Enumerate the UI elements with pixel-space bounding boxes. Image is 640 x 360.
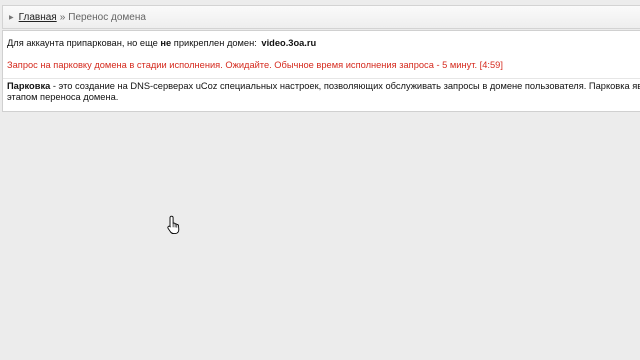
status-text-1: Для аккаунта припаркован, но еще — [7, 38, 158, 48]
parking-request-notice: Запрос на парковку домена в стадии испол… — [7, 60, 503, 70]
parking-info: Парковка - это создание на DNS-серверах … — [7, 81, 640, 103]
domain-transfer-panel: Для аккаунта припаркован, но еще не прик… — [2, 30, 640, 112]
breadcrumb-home-link[interactable]: Главная — [19, 12, 57, 23]
status-text-bold: не — [160, 38, 172, 48]
breadcrumb: ▶ Главная » Перенос домена — [2, 5, 640, 29]
page: ▶ Главная » Перенос домена Для аккаунта … — [0, 0, 640, 360]
breadcrumb-separator: » — [59, 11, 66, 23]
divider — [3, 78, 640, 79]
status-text-2: прикреплен домен: — [173, 38, 257, 48]
breadcrumb-current: Перенос домена — [68, 11, 146, 23]
hand-pointer-icon — [167, 215, 180, 235]
parking-info-line2: этапом переноса домена. — [7, 92, 119, 102]
triangle-right-icon: ▶ — [9, 14, 14, 21]
domain-name: video.3oa.ru — [261, 38, 317, 48]
parking-info-line1: - это создание на DNS-серверах uCoz спец… — [50, 81, 640, 91]
parking-term: Парковка — [7, 81, 51, 91]
parked-domain-status: Для аккаунта припаркован, но еще не прик… — [7, 38, 316, 48]
